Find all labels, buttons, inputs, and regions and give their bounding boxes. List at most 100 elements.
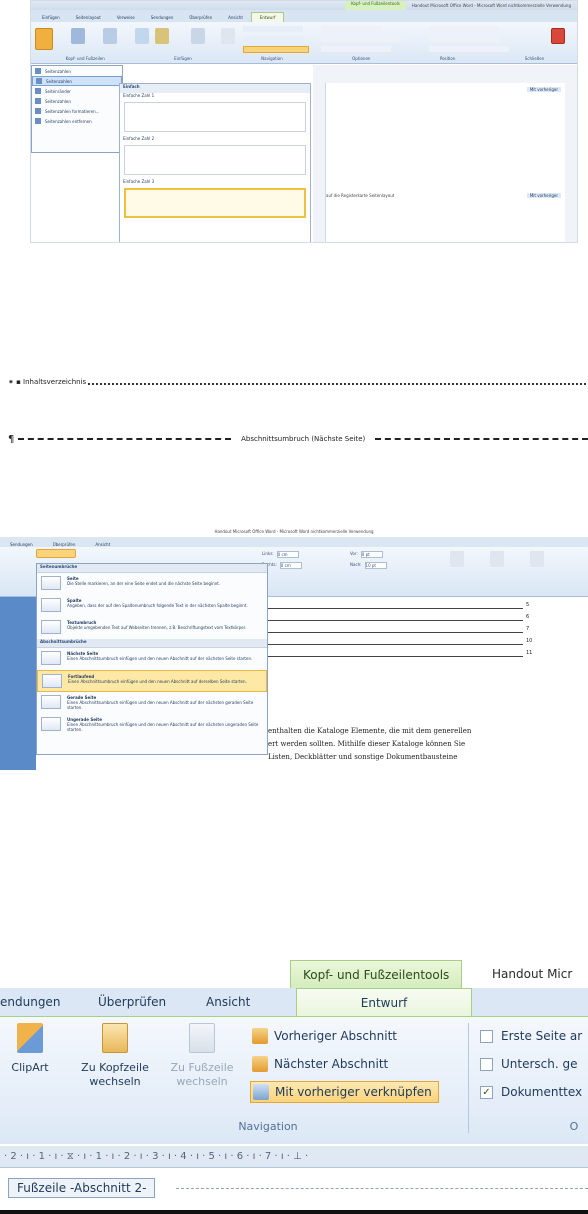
- option-odd-even[interactable]: Untersch. ge: [480, 1053, 578, 1075]
- screenshot-header-footer-ribbon: Kopf- und Fußzeilentools Handout Micr en…: [0, 960, 588, 1214]
- prev-section-icon: [252, 1028, 268, 1044]
- menu-item-current[interactable]: Seitenzahlen: [32, 96, 122, 106]
- break-item-even-page[interactable]: Gerade Seite Einen Abschnittsumbruch einf…: [37, 692, 267, 714]
- page-margins-icon: [35, 88, 41, 94]
- tab-design[interactable]: Entwurf: [296, 988, 472, 1016]
- link-icon: [253, 1084, 269, 1100]
- header-position[interactable]: [429, 26, 499, 32]
- thumb-caption: Einfache Zahl 1: [123, 93, 155, 98]
- position-icon[interactable]: [450, 551, 464, 567]
- ruler-scale: · 2 · ı · 1 · ı · ⧖ · ı · 1 · ı · 2 · ı …: [4, 1151, 309, 1162]
- bring-forward-icon[interactable]: [490, 551, 504, 567]
- menu-item-format[interactable]: Seitenzahlen formatieren...: [32, 106, 122, 116]
- gallery-thumb-2[interactable]: [124, 145, 306, 175]
- indent-left-input[interactable]: 0 cm: [276, 551, 299, 558]
- break-item-next-page[interactable]: Nächste Seite Einen Abschnittsumbruch ein…: [37, 648, 267, 670]
- menu-item-label: Seitenzahlen formatieren...: [45, 108, 100, 114]
- link-previous-button[interactable]: Mit vorheriger verknüpfen: [250, 1081, 439, 1103]
- breaks-button[interactable]: [36, 549, 76, 558]
- indent-left-label: Links:: [262, 551, 274, 556]
- break-item-text-wrapping[interactable]: Textumbruch Objekte umgebenden Text auf W…: [37, 617, 267, 639]
- indent-right-input[interactable]: 0 cm: [279, 562, 302, 569]
- toc-page-number: 6: [526, 614, 530, 620]
- page-number-menu: Seitenzahlen Seitenzahlen Seitenränder S…: [31, 65, 123, 153]
- tab-mailings[interactable]: endungen: [0, 988, 60, 1016]
- first-page-checkbox[interactable]: [480, 1029, 493, 1043]
- clipart-icon: [17, 1023, 43, 1053]
- column-break-icon: [41, 598, 61, 612]
- prev-section-row[interactable]: [243, 26, 303, 32]
- next-section-label: Nächster Abschnitt: [274, 1057, 389, 1071]
- window-title: Handout Microsoft Office Word - Microsof…: [411, 3, 571, 8]
- ribbon-group-labels: Kopf- und Fußzeilen Einfügen Navigation …: [31, 56, 577, 61]
- option-doc-text[interactable]: ✓ Dokumenttex: [480, 1081, 582, 1103]
- footer-area[interactable]: Fußzeile -Abschnitt 2-: [0, 1168, 588, 1214]
- gallery-thumb-3[interactable]: [124, 188, 306, 218]
- even-page-icon: [41, 695, 61, 709]
- spacing-group: Vor: 0 pt Nach: 10 pt: [350, 551, 387, 569]
- space-before-input[interactable]: 0 pt: [360, 551, 383, 558]
- tab-review[interactable]: Überprüfen: [98, 988, 166, 1016]
- tab-view[interactable]: Ansicht: [220, 12, 251, 22]
- date-icon[interactable]: [71, 28, 85, 44]
- page-number-gallery: Einfach Einfache Zahl 1 Einfache Zahl 2 …: [119, 83, 311, 242]
- menu-item-bottom[interactable]: Seitenzahlen: [32, 76, 122, 86]
- menu-item-margins[interactable]: Seitenränder: [32, 86, 122, 96]
- option-first-page[interactable]: [321, 26, 381, 32]
- break-item-odd-page[interactable]: Ungerade Seite Einen Abschnittsumbruch ei…: [37, 714, 267, 736]
- ribbon-tabs: Einfügen Seitenlayout Verweise Sendungen…: [31, 10, 577, 22]
- window-title: Handout Micr: [492, 967, 573, 981]
- tab-review[interactable]: Überprüfen: [181, 12, 220, 22]
- send-backward-icon[interactable]: [530, 551, 544, 567]
- section-tag: Mit vorheriger: [526, 87, 561, 92]
- link-previous-row[interactable]: [243, 46, 309, 53]
- option-doc-text[interactable]: [321, 46, 391, 52]
- prev-section-button[interactable]: Vorheriger Abschnitt: [252, 1025, 397, 1047]
- footer-section-tag: Fußzeile -Abschnitt 2-: [8, 1178, 156, 1198]
- option-odd-even[interactable]: [321, 36, 401, 42]
- toc-page-number: 7: [526, 626, 530, 632]
- tab-mailings[interactable]: Sendungen: [143, 12, 182, 22]
- space-after-input[interactable]: 10 pt: [364, 562, 387, 569]
- close-header-footer-icon[interactable]: [551, 28, 565, 44]
- next-section-icon: [252, 1056, 268, 1072]
- item-desc: Die Stelle markieren, an der eine Seite …: [67, 581, 221, 586]
- section-tag: Mit vorheriger: [526, 193, 561, 198]
- goto-header-button[interactable]: Zu Kopfzeile wechseln: [72, 1023, 158, 1089]
- toc-page-number: 11: [526, 650, 533, 656]
- goto-footer-icon[interactable]: [221, 28, 235, 44]
- horizontal-ruler[interactable]: · 2 · ı · 1 · ı · ⧖ · ı · 1 · ı · 2 · ı …: [0, 1146, 588, 1168]
- paragraph-line: Listen, Deckblätter und sonstige Dokumen…: [268, 753, 458, 761]
- gallery-thumb-1[interactable]: [124, 102, 306, 132]
- tab-insert[interactable]: Einfügen: [34, 12, 68, 22]
- option-first-page[interactable]: Erste Seite ar: [480, 1025, 582, 1047]
- section-break-line: ¶ Abschnittsumbruch (Nächste Seite): [8, 432, 588, 446]
- break-item-column[interactable]: Spalte Angeben, dass der auf den Spaltenu…: [37, 595, 267, 617]
- section-header-section-breaks: Abschnittsumbrüche: [37, 639, 267, 648]
- tab-design[interactable]: Entwurf: [250, 12, 285, 22]
- break-item-page[interactable]: Seite Die Stelle markieren, an der eine S…: [37, 573, 267, 595]
- align-tab[interactable]: [429, 46, 509, 52]
- tab-references[interactable]: Verweise: [109, 12, 143, 22]
- break-item-continuous[interactable]: Fortlaufend Einen Abschnittsumbruch einfü…: [37, 670, 267, 692]
- navigation-group-label: Navigation: [238, 1119, 298, 1133]
- picture-icon[interactable]: [135, 28, 149, 44]
- next-section-button[interactable]: Nächster Abschnitt: [252, 1053, 388, 1075]
- section-header-page-breaks: Seitenumbrüche: [37, 564, 267, 573]
- doc-text-checkbox[interactable]: ✓: [480, 1085, 493, 1099]
- goto-footer-label: Zu Fußzeile wechseln: [170, 1061, 234, 1088]
- clipart-button[interactable]: ClipArt: [2, 1023, 58, 1075]
- group-label-navigation: Navigation: [261, 56, 283, 61]
- quickparts-icon[interactable]: [103, 28, 117, 44]
- menu-item-top[interactable]: Seitenzahlen: [32, 66, 122, 76]
- page-number-button-icon[interactable]: [35, 28, 53, 50]
- menu-item-remove[interactable]: Seitenzahlen entfernen: [32, 116, 122, 126]
- tab-view[interactable]: Ansicht: [206, 988, 250, 1016]
- goto-header-icon[interactable]: [191, 28, 205, 44]
- odd-even-checkbox[interactable]: [480, 1057, 493, 1071]
- footer-position[interactable]: [429, 36, 499, 42]
- tab-layout[interactable]: Seitenlayout: [68, 12, 109, 22]
- next-section-row[interactable]: [243, 36, 303, 42]
- link-previous-label: Mit vorheriger verknüpfen: [275, 1085, 432, 1099]
- clipart-icon[interactable]: [155, 28, 169, 44]
